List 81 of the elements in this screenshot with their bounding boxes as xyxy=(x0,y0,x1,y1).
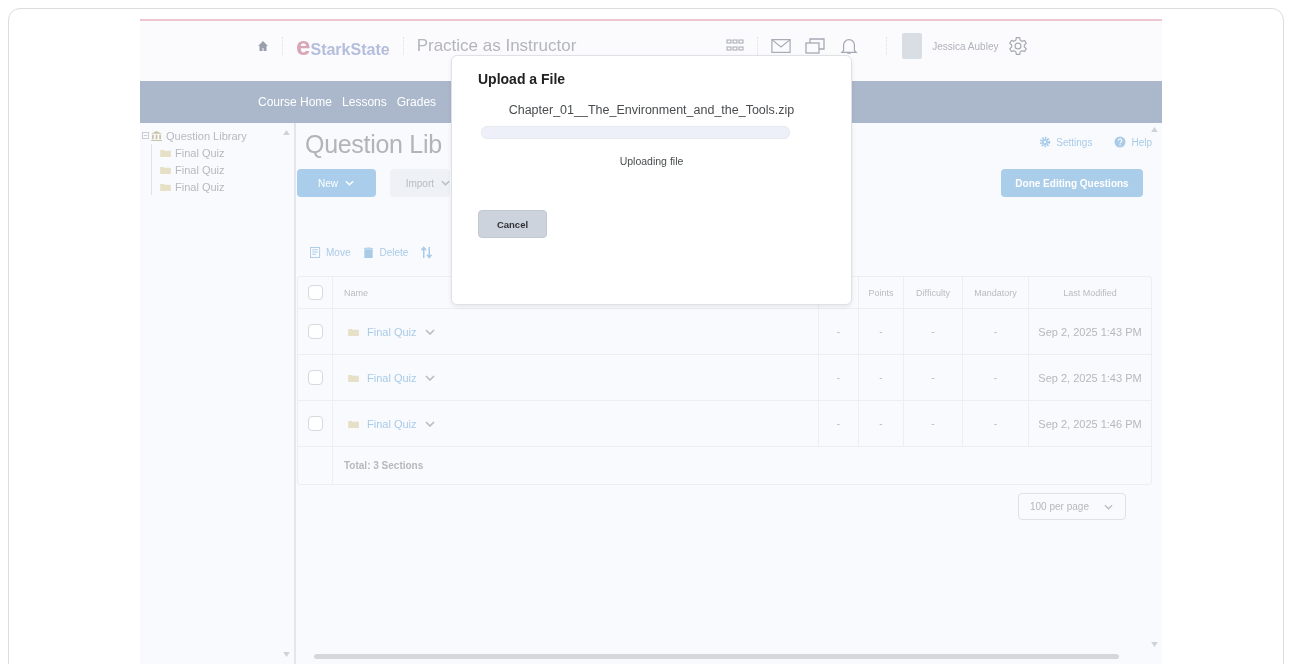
table-cell: - xyxy=(931,372,935,383)
dialog-title: Upload a File xyxy=(478,71,567,87)
nav-link[interactable]: Grades xyxy=(396,95,437,109)
folder-icon xyxy=(348,419,359,428)
row-checkbox[interactable] xyxy=(307,416,323,431)
horizontal-scrollbar[interactable] xyxy=(314,654,1119,659)
per-page-dropdown[interactable]: 100 per page xyxy=(1018,493,1126,520)
column-header: Mandatory xyxy=(974,287,1017,298)
tree-item[interactable]: Question Library xyxy=(166,129,247,142)
avatar-placeholder[interactable] xyxy=(902,33,923,59)
section-link[interactable]: Final Quiz xyxy=(367,417,417,430)
table-cell: - xyxy=(836,418,841,429)
scroll-up-arrow-icon[interactable] xyxy=(283,130,290,135)
section-link[interactable]: Final Quiz xyxy=(367,325,417,338)
list-icon xyxy=(310,246,321,258)
folder-icon xyxy=(160,182,171,191)
folder-icon xyxy=(348,327,359,336)
table-cell: - xyxy=(879,326,883,337)
scroll-down-arrow-icon[interactable] xyxy=(1151,642,1158,647)
total-text: Total: 3 Sections xyxy=(344,460,424,471)
section-link[interactable]: Final Quiz xyxy=(367,371,417,384)
table-cell: - xyxy=(836,326,841,337)
mail-icon[interactable] xyxy=(771,37,792,55)
home-icon[interactable] xyxy=(257,40,269,52)
folder-icon xyxy=(348,373,359,382)
status-text: Uploading file xyxy=(618,155,685,167)
table-cell: Sep 2, 2025 1:43 PM xyxy=(1038,371,1142,384)
nav-link[interactable]: Course Home xyxy=(258,95,333,109)
table-cell: - xyxy=(931,418,935,429)
move-button[interactable]: Move xyxy=(310,246,351,258)
table-cell: Sep 2, 2025 1:46 PM xyxy=(1038,417,1142,430)
grid-icon[interactable] xyxy=(726,39,745,53)
library-icon xyxy=(151,130,162,141)
cancel-button[interactable]: Cancel xyxy=(478,210,547,238)
collapse-toggle[interactable] xyxy=(142,132,149,139)
user-name[interactable]: Jessica Aubley xyxy=(932,40,999,52)
tree-item[interactable]: Final Quiz xyxy=(175,146,225,159)
chat-icon[interactable] xyxy=(805,37,826,55)
page-title: Question Lib xyxy=(305,131,442,159)
sort-icon[interactable] xyxy=(421,245,433,259)
help-icon xyxy=(1114,136,1127,148)
settings-icon[interactable] xyxy=(1008,36,1029,56)
nav-link[interactable]: Lessons xyxy=(342,95,387,109)
gear-icon xyxy=(1039,136,1052,148)
table-cell: - xyxy=(879,372,883,383)
file-name: Chapter_01__The_Environment_and_the_Tools.zip xyxy=(507,103,796,117)
row-checkbox[interactable] xyxy=(307,370,323,385)
chevron-down-icon xyxy=(441,180,450,186)
delete-button[interactable]: Delete xyxy=(363,246,409,258)
table-cell: - xyxy=(931,326,935,337)
column-header: Name xyxy=(344,287,368,298)
column-header: Points xyxy=(868,287,894,298)
tree-item[interactable]: Final Quiz xyxy=(175,163,225,176)
tree-item[interactable]: Final Quiz xyxy=(175,180,225,193)
column-header: Difficulty xyxy=(916,287,950,298)
chevron-down-icon[interactable] xyxy=(424,328,435,335)
table-cell: - xyxy=(993,326,998,337)
row-checkbox[interactable] xyxy=(307,324,323,339)
folder-icon xyxy=(160,148,171,157)
chevron-down-icon[interactable] xyxy=(424,420,435,427)
column-header: Last Modified xyxy=(1063,287,1117,298)
trash-icon xyxy=(363,246,375,258)
course-title: Practice as Instructor xyxy=(416,36,577,56)
bell-icon[interactable] xyxy=(839,37,860,55)
chevron-down-icon[interactable] xyxy=(424,374,435,381)
school-logo[interactable]: eStarkState xyxy=(296,33,390,59)
chevron-down-icon xyxy=(1104,503,1113,510)
table-cell: - xyxy=(993,372,998,383)
table-cell: - xyxy=(836,372,841,383)
table-cell: Sep 2, 2025 1:43 PM xyxy=(1038,325,1142,338)
settings-link[interactable]: Settings xyxy=(1039,136,1093,148)
scroll-up-arrow-icon[interactable] xyxy=(1151,127,1158,132)
table-cell: - xyxy=(993,418,998,429)
scroll-down-arrow-icon[interactable] xyxy=(283,652,290,657)
new-button[interactable]: New xyxy=(297,169,376,197)
done-editing-button[interactable]: Done Editing Questions xyxy=(1001,169,1143,197)
folder-icon xyxy=(160,165,171,174)
chevron-down-icon xyxy=(345,180,354,186)
help-link[interactable]: Help xyxy=(1114,136,1152,148)
table-cell: - xyxy=(879,418,883,429)
select-all-checkbox[interactable] xyxy=(307,285,323,300)
